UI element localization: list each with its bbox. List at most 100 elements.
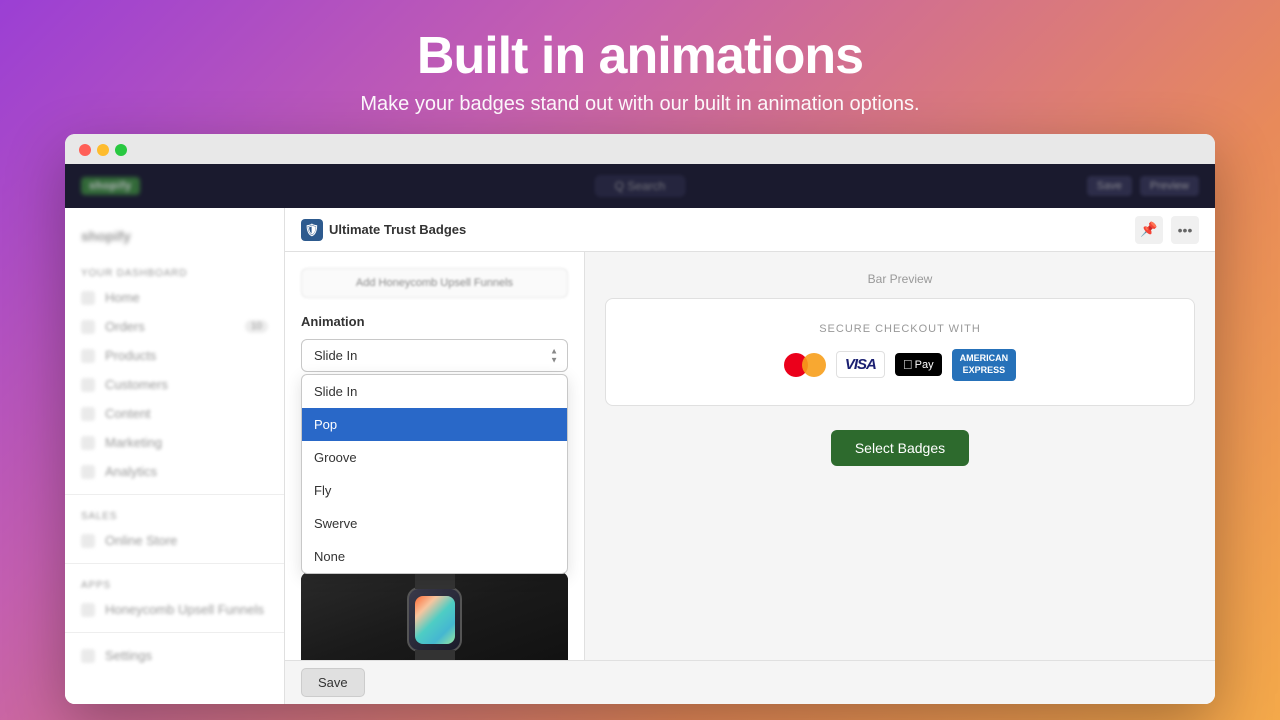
amex-icon: AMERICAN EXPRESS (952, 349, 1017, 380)
home-icon (81, 291, 95, 305)
animation-dropdown: Slide In Pop Groove Fly Swerve None (301, 374, 568, 574)
app-name: Ultimate Trust Badges (329, 222, 466, 237)
app-header-actions: 📌 ••• (1135, 216, 1199, 244)
hero-title: Built in animations (360, 28, 919, 85)
sidebar-item-settings[interactable]: Settings (65, 641, 284, 670)
sidebar-item-home[interactable]: Home (65, 283, 284, 312)
sidebar: shopify Your dashboard Home Orders 10 Pr… (65, 208, 285, 704)
sidebar-divider-3 (65, 632, 284, 633)
products-icon (81, 349, 95, 363)
sidebar-honeycomb-label: Honeycomb Upsell Funnels (105, 602, 264, 617)
dropdown-item-pop[interactable]: Pop (302, 408, 567, 441)
animation-select[interactable]: Slide In (301, 339, 568, 372)
dot-fullscreen[interactable] (115, 144, 127, 156)
animation-label: Animation (301, 314, 568, 329)
sidebar-products-label: Products (105, 348, 156, 363)
sidebar-customers-label: Customers (105, 377, 168, 392)
topbar-search: Q Search (595, 175, 686, 197)
orders-badge: 10 (245, 320, 268, 333)
animation-select-wrapper: Slide In ▲ ▼ Slide In Pop Groove Fly Swe… (301, 339, 568, 372)
sidebar-logo: shopify (65, 220, 284, 260)
sidebar-section-dashboard: Your dashboard (65, 260, 284, 283)
hero-section: Built in animations Make your badges sta… (360, 0, 919, 134)
upsell-banner[interactable]: Add Honeycomb Upsell Funnels (301, 268, 568, 298)
app-logo-icon: 🛡 (301, 219, 323, 241)
applepay-icon:  Pay (895, 353, 942, 376)
shopify-topbar-wrapper: shopify Q Search Save Preview (65, 164, 1215, 208)
mastercard-icon (784, 351, 826, 379)
right-panel: Bar Preview SECURE CHECKOUT WITH VISA (585, 252, 1215, 660)
dot-close[interactable] (79, 144, 91, 156)
select-badges-button[interactable]: Select Badges (831, 430, 969, 466)
amex-text-1: AMERICAN (960, 353, 1009, 365)
sidebar-content-label: Content (105, 406, 151, 421)
dot-minimize[interactable] (97, 144, 109, 156)
content-area: Add Honeycomb Upsell Funnels Animation S… (285, 252, 1215, 660)
sidebar-home-label: Home (105, 290, 140, 305)
browser-chrome (65, 134, 1215, 164)
left-panel: Add Honeycomb Upsell Funnels Animation S… (285, 252, 585, 660)
product-image-area (301, 572, 568, 660)
more-button[interactable]: ••• (1171, 216, 1199, 244)
customers-icon (81, 378, 95, 392)
applepay-text: Pay (915, 359, 934, 371)
shopify-topbar: shopify Q Search Save Preview (65, 164, 1215, 208)
payment-icons: VISA  Pay AMERICAN EXPRESS (630, 349, 1170, 380)
sidebar-divider-1 (65, 494, 284, 495)
sidebar-item-products[interactable]: Products (65, 341, 284, 370)
bar-preview-box: SECURE CHECKOUT WITH VISA  (605, 298, 1195, 405)
watch-band-top (415, 572, 455, 589)
app-header-logo: 🛡 Ultimate Trust Badges (301, 219, 466, 241)
sidebar-online-store-label: Online Store (105, 533, 177, 548)
marketing-icon (81, 436, 95, 450)
watch-image (301, 572, 568, 660)
sidebar-marketing-label: Marketing (105, 435, 162, 450)
sidebar-item-customers[interactable]: Customers (65, 370, 284, 399)
sidebar-item-orders[interactable]: Orders 10 (65, 312, 284, 341)
sidebar-item-content[interactable]: Content (65, 399, 284, 428)
mc-circle-orange (802, 353, 826, 377)
save-button[interactable]: Save (301, 668, 365, 697)
amex-text-2: EXPRESS (960, 365, 1009, 377)
topbar-preview-btn[interactable]: Preview (1140, 176, 1199, 196)
apple-logo:  (903, 357, 913, 372)
browser-body: shopify Q Search Save Preview shopify Yo… (65, 164, 1215, 704)
main-content: 🛡 Ultimate Trust Badges 📌 ••• Add Honeyc… (285, 208, 1215, 704)
preview-label: Bar Preview (605, 272, 1195, 286)
sidebar-settings-label: Settings (105, 648, 152, 663)
settings-icon (81, 649, 95, 663)
sidebar-section-sales: Sales (65, 503, 284, 526)
browser-dots (79, 144, 1201, 156)
sidebar-item-honeycomb[interactable]: Honeycomb Upsell Funnels (65, 595, 284, 624)
watch-band-bottom (415, 650, 455, 660)
watch-screen (415, 596, 455, 644)
hero-subtitle: Make your badges stand out with our buil… (360, 93, 919, 116)
dropdown-item-groove[interactable]: Groove (302, 441, 567, 474)
secure-checkout-text: SECURE CHECKOUT WITH (630, 323, 1170, 335)
sidebar-orders-label: Orders (105, 319, 145, 334)
visa-icon: VISA (836, 351, 885, 378)
sidebar-item-marketing[interactable]: Marketing (65, 428, 284, 457)
dropdown-item-fly[interactable]: Fly (302, 474, 567, 507)
app-header: 🛡 Ultimate Trust Badges 📌 ••• (285, 208, 1215, 252)
orders-icon (81, 320, 95, 334)
watch-face (407, 587, 462, 652)
sidebar-item-online-store[interactable]: Online Store (65, 526, 284, 555)
save-bar: Save (285, 660, 1215, 704)
store-icon (81, 534, 95, 548)
honeycomb-icon (81, 603, 95, 617)
topbar-right: Save Preview (1087, 176, 1199, 196)
shopify-logo: shopify (81, 177, 140, 195)
sidebar-analytics-label: Analytics (105, 464, 157, 479)
topbar-save-btn[interactable]: Save (1087, 176, 1132, 196)
sidebar-item-analytics[interactable]: Analytics (65, 457, 284, 486)
analytics-icon (81, 465, 95, 479)
dropdown-item-slide-in[interactable]: Slide In (302, 375, 567, 408)
dropdown-item-none[interactable]: None (302, 540, 567, 573)
sidebar-section-apps: Apps (65, 572, 284, 595)
dropdown-item-swerve[interactable]: Swerve (302, 507, 567, 540)
pin-button[interactable]: 📌 (1135, 216, 1163, 244)
sidebar-divider-2 (65, 563, 284, 564)
content-icon (81, 407, 95, 421)
browser-window: shopify Q Search Save Preview shopify Yo… (65, 134, 1215, 704)
